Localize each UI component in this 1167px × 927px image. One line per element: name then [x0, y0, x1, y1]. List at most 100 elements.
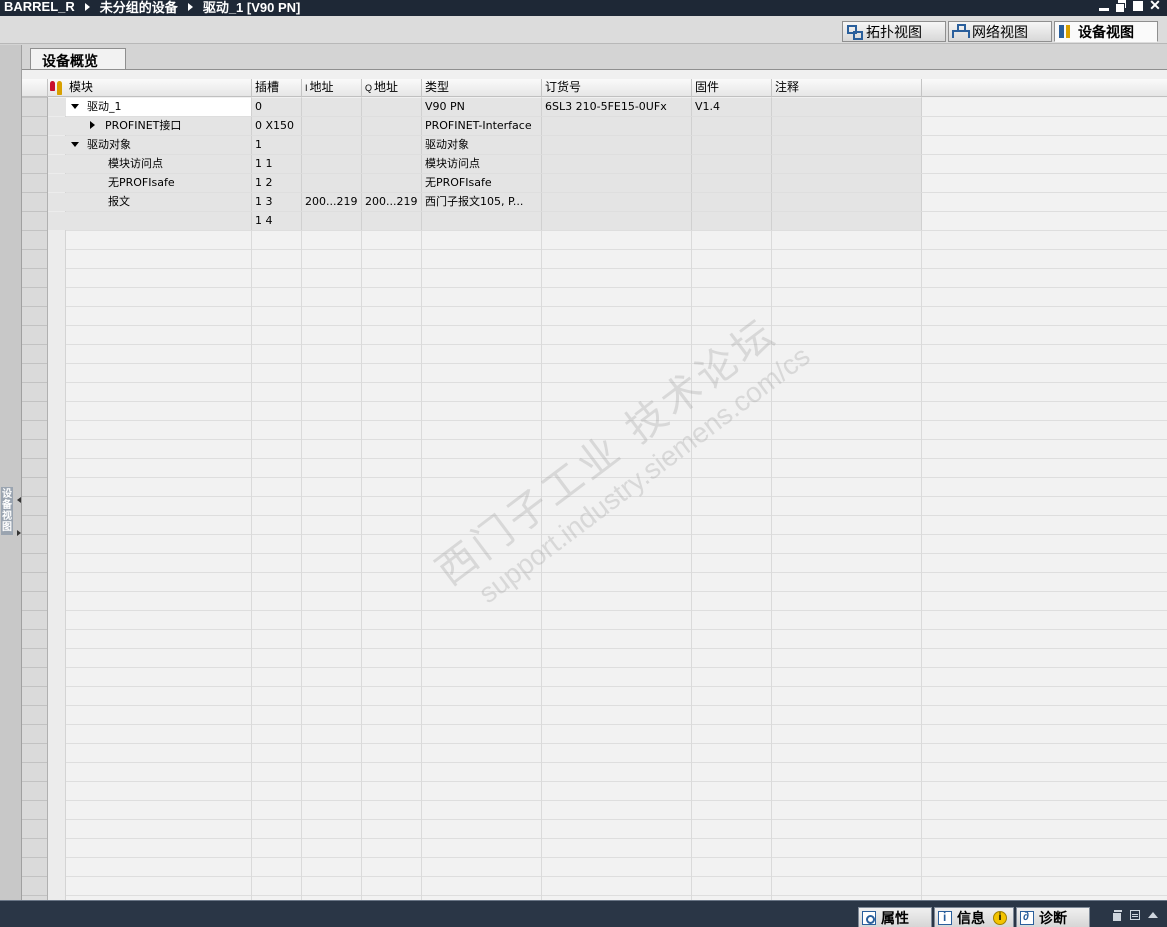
- firmware-cell[interactable]: [692, 193, 772, 211]
- table-row[interactable]: 报文 1 3 200...219 200...219 西门子报文105, P..…: [48, 193, 922, 211]
- order-number-cell[interactable]: [542, 155, 692, 173]
- table-row[interactable]: 驱动_1 0 V90 PN 6SL3 210-5FE15-0UFx V1.4: [48, 98, 922, 116]
- order-number-cell[interactable]: [542, 174, 692, 192]
- maximize-icon[interactable]: [1132, 0, 1144, 12]
- table-row[interactable]: PROFINET接口 0 X150 PROFINET-Interface: [48, 117, 922, 135]
- slot-cell[interactable]: 1 4: [252, 212, 302, 230]
- i-address-cell[interactable]: [302, 174, 362, 192]
- column-header-slot[interactable]: 插槽: [252, 79, 302, 97]
- i-address-cell[interactable]: [302, 98, 362, 116]
- expand-right-icon[interactable]: [17, 530, 21, 536]
- table-row[interactable]: 1 4: [48, 212, 922, 230]
- firmware-cell[interactable]: [692, 117, 772, 135]
- comment-cell[interactable]: [772, 174, 922, 192]
- tab-topology-view[interactable]: 拓扑视图: [842, 21, 946, 42]
- expand-arrow-icon[interactable]: [90, 121, 95, 129]
- order-number-cell[interactable]: [542, 136, 692, 154]
- q-address-cell[interactable]: [362, 98, 422, 116]
- slot-cell[interactable]: 1: [252, 136, 302, 154]
- module-cell[interactable]: [66, 212, 252, 230]
- tab-properties[interactable]: 属性: [858, 907, 932, 927]
- type-cell[interactable]: 西门子报文105, P...: [422, 193, 542, 211]
- q-address-cell[interactable]: [362, 117, 422, 135]
- device-view-side-panel[interactable]: 设备视图: [0, 45, 22, 900]
- tab-device-overview[interactable]: 设备概览: [30, 48, 126, 70]
- row-header-gutter[interactable]: [22, 79, 48, 900]
- tab-diagnostics[interactable]: 诊断: [1016, 907, 1090, 927]
- i-address-cell[interactable]: 200...219: [302, 193, 362, 211]
- i-address-cell[interactable]: [302, 136, 362, 154]
- q-address-cell[interactable]: [362, 212, 422, 230]
- split-layout-icon[interactable]: [1130, 910, 1140, 920]
- order-number-cell[interactable]: [542, 193, 692, 211]
- q-address-cell[interactable]: [362, 136, 422, 154]
- type-cell[interactable]: V90 PN: [422, 98, 542, 116]
- comment-cell[interactable]: [772, 155, 922, 173]
- firmware-cell[interactable]: [692, 136, 772, 154]
- module-cell[interactable]: PROFINET接口: [66, 117, 252, 135]
- collapse-left-icon[interactable]: [17, 497, 21, 503]
- order-number-cell[interactable]: [542, 212, 692, 230]
- column-header-firmware[interactable]: 固件: [692, 79, 772, 97]
- breadcrumb-device[interactable]: 驱动_1 [V90 PN]: [203, 0, 301, 16]
- firmware-cell[interactable]: [692, 174, 772, 192]
- slot-cell[interactable]: 1 3: [252, 193, 302, 211]
- module-cell[interactable]: 无PROFIsafe: [66, 174, 252, 192]
- comment-cell[interactable]: [772, 136, 922, 154]
- breadcrumb-group[interactable]: 未分组的设备: [100, 0, 178, 16]
- i-address-cell[interactable]: [302, 212, 362, 230]
- slot-cell[interactable]: 0: [252, 98, 302, 116]
- comment-cell[interactable]: [772, 212, 922, 230]
- slot-cell[interactable]: 0 X150: [252, 117, 302, 135]
- column-header-comment[interactable]: 注释: [772, 79, 922, 97]
- column-header-order-number[interactable]: 订货号: [542, 79, 692, 97]
- column-header-type[interactable]: 类型: [422, 79, 542, 97]
- order-number-cell[interactable]: [542, 117, 692, 135]
- table-row[interactable]: 模块访问点 1 1 模块访问点: [48, 155, 922, 173]
- table-row[interactable]: 驱动对象 1 驱动对象: [48, 136, 922, 154]
- tab-label: 诊断: [1039, 909, 1067, 926]
- type-cell[interactable]: [422, 212, 542, 230]
- q-address-cell[interactable]: [362, 155, 422, 173]
- float-window-icon[interactable]: [1112, 910, 1122, 922]
- module-cell[interactable]: 报文: [66, 193, 252, 211]
- type-cell[interactable]: 驱动对象: [422, 136, 542, 154]
- q-address-cell[interactable]: [362, 174, 422, 192]
- column-header-module[interactable]: 模块: [66, 79, 252, 97]
- minimize-icon[interactable]: [1098, 0, 1110, 12]
- table-row[interactable]: 无PROFIsafe 1 2 无PROFIsafe: [48, 174, 922, 192]
- tab-network-view[interactable]: 网络视图: [948, 21, 1052, 42]
- type-cell[interactable]: PROFINET-Interface: [422, 117, 542, 135]
- expand-up-icon[interactable]: [1148, 912, 1158, 918]
- type-cell[interactable]: 无PROFIsafe: [422, 174, 542, 192]
- collapse-arrow-icon[interactable]: [71, 103, 79, 109]
- comment-cell[interactable]: [772, 193, 922, 211]
- column-header-q-address[interactable]: Q 地址: [362, 79, 422, 97]
- module-cell[interactable]: 驱动_1: [66, 98, 252, 116]
- filter-icon[interactable]: [49, 80, 65, 96]
- q-address-cell[interactable]: 200...219: [362, 193, 422, 211]
- column-header-i-address[interactable]: I 地址: [302, 79, 362, 97]
- module-name: 模块访问点: [108, 157, 163, 170]
- firmware-cell[interactable]: [692, 212, 772, 230]
- module-name: 无PROFIsafe: [108, 176, 175, 189]
- module-cell[interactable]: 模块访问点: [66, 155, 252, 173]
- restore-icon[interactable]: [1115, 0, 1127, 13]
- tab-device-view[interactable]: 设备视图: [1054, 21, 1158, 42]
- slot-cell[interactable]: 1 2: [252, 174, 302, 192]
- breadcrumb-project[interactable]: BARREL_R: [4, 0, 75, 14]
- firmware-cell[interactable]: [692, 155, 772, 173]
- i-address-cell[interactable]: [302, 117, 362, 135]
- module-name: PROFINET接口: [105, 119, 182, 132]
- close-icon[interactable]: ✕: [1149, 0, 1161, 12]
- comment-cell[interactable]: [772, 98, 922, 116]
- slot-cell[interactable]: 1 1: [252, 155, 302, 173]
- firmware-cell[interactable]: V1.4: [692, 98, 772, 116]
- module-cell[interactable]: 驱动对象: [66, 136, 252, 154]
- order-number-cell[interactable]: 6SL3 210-5FE15-0UFx: [542, 98, 692, 116]
- i-address-cell[interactable]: [302, 155, 362, 173]
- tab-info[interactable]: 信息 i: [934, 907, 1014, 927]
- collapse-arrow-icon[interactable]: [71, 141, 79, 147]
- comment-cell[interactable]: [772, 117, 922, 135]
- type-cell[interactable]: 模块访问点: [422, 155, 542, 173]
